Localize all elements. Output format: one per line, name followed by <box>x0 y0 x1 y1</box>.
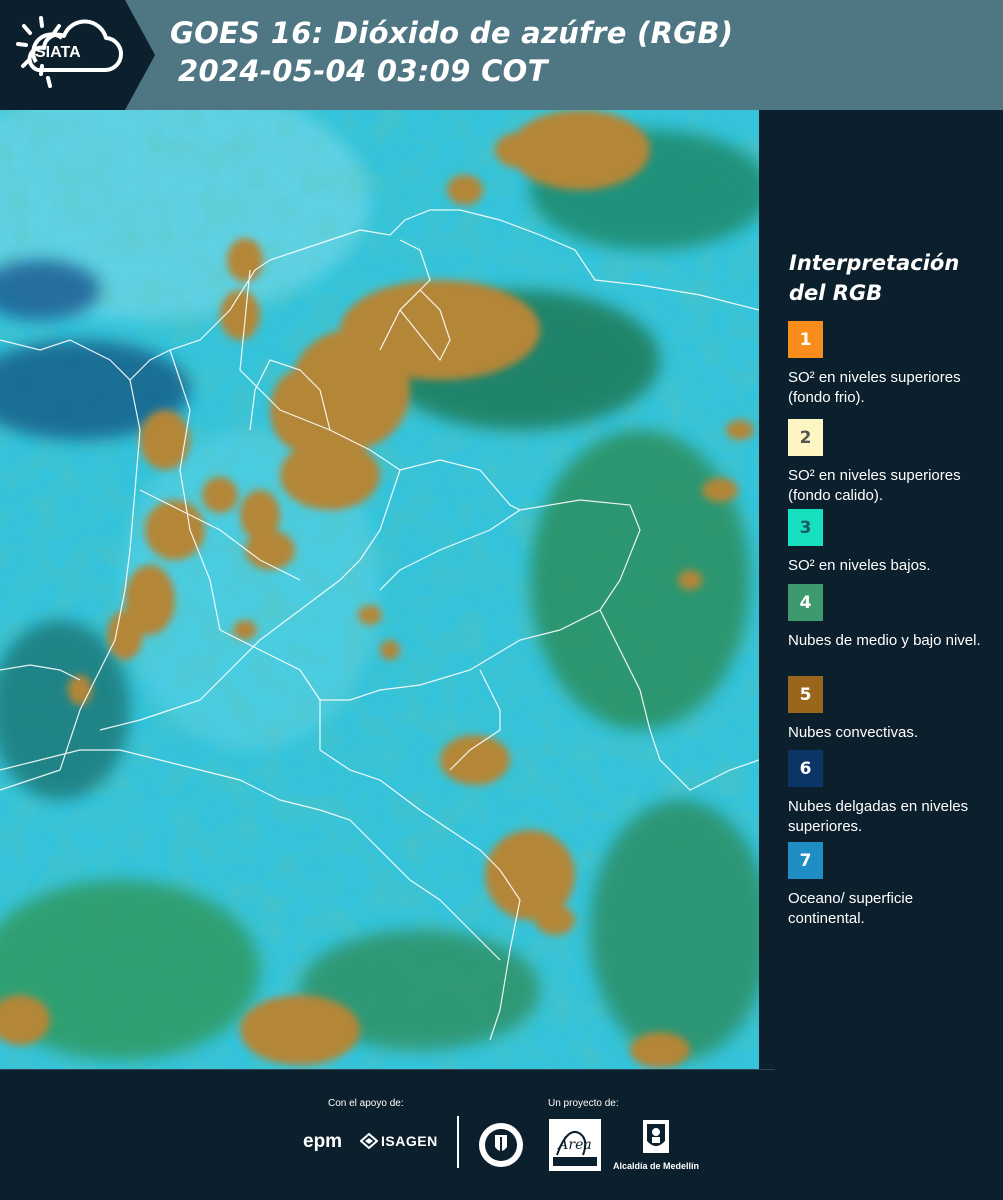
legend-swatch-5: 5 <box>788 676 823 713</box>
legend-swatch-7: 7 <box>788 842 823 879</box>
page: SIATA GOES 16: Dióxido de azúfre (RGB) 2… <box>0 0 1003 1200</box>
support-caption: Con el apoyo de: <box>328 1098 404 1109</box>
area-metropolitana-icon: Área <box>549 1119 601 1171</box>
footer-divider <box>457 1116 459 1168</box>
footer: Con el apoyo de: Un proyecto de: epm ISA… <box>0 1069 1003 1200</box>
alcaldia-text: Alcaldía de Medellín <box>613 1161 700 1171</box>
legend-panel: Interpretación del RGB 1 SO² en niveles … <box>760 110 1003 1069</box>
legend-label-4: Nubes de medio y bajo nivel. <box>788 632 981 649</box>
legend-title: Interpretación del RGB <box>789 251 960 305</box>
legend-item-2: 2 SO² en niveles superiores (fondo calid… <box>788 419 993 506</box>
isagen-mark-icon <box>360 1133 378 1149</box>
isagen-logo-text: ISAGEN <box>381 1133 438 1149</box>
page-subtitle-datetime: 2024-05-04 03:09 COT <box>178 54 548 88</box>
legend-label-2: SO² en niveles superiores (fondo calido)… <box>788 467 961 504</box>
legend-item-4: 4 Nubes de medio y bajo nivel. <box>788 584 993 651</box>
legend-label-3: SO² en niveles bajos. <box>788 557 931 574</box>
legend-swatch-2: 2 <box>788 419 823 456</box>
legend-item-6: 6 Nubes delgadas en niveles superiores. <box>788 750 993 837</box>
legend-swatch-4: 4 <box>788 584 823 621</box>
alcaldia-shield-icon <box>643 1120 670 1153</box>
header-bar: SIATA GOES 16: Dióxido de azúfre (RGB) 2… <box>0 0 1003 110</box>
logo-text: SIATA <box>35 44 81 61</box>
project-caption: Un proyecto de: <box>548 1098 619 1109</box>
satellite-image <box>0 110 759 1069</box>
epm-logo-text: epm <box>303 1131 343 1152</box>
isagen-logo: ISAGEN <box>360 1133 438 1149</box>
legend-item-7: 7 Oceano/ superficie continental. <box>788 842 993 929</box>
legend-item-3: 3 SO² en niveles bajos. <box>788 509 993 576</box>
area-metropolitana-logo: Área <box>549 1119 601 1175</box>
legend-swatch-3: 3 <box>788 509 823 546</box>
legend-swatch-6: 6 <box>788 750 823 787</box>
svg-text:Área: Área <box>556 1135 591 1153</box>
satellite-map[interactable] <box>0 110 759 1069</box>
seal-emblem-icon <box>479 1123 523 1167</box>
legend-item-5: 5 Nubes convectivas. <box>788 676 993 743</box>
legend-item-1: 1 SO² en niveles superiores (fondo frio)… <box>788 321 993 408</box>
legend-label-6: Nubes delgadas en niveles superiores. <box>788 798 969 835</box>
alcaldia-logo: Alcaldía de Medellín <box>613 1119 699 1171</box>
legend-label-7: Oceano/ superficie continental. <box>788 890 914 927</box>
epm-logo: epm <box>303 1131 342 1153</box>
legend-label-1: SO² en niveles superiores (fondo frio). <box>788 369 961 406</box>
siata-logo: SIATA <box>0 0 155 110</box>
footer-separator <box>0 1069 775 1070</box>
page-title: GOES 16: Dióxido de azúfre (RGB) <box>170 16 734 50</box>
legend-swatch-1: 1 <box>788 321 823 358</box>
legend-label-5: Nubes convectivas. <box>788 724 919 741</box>
